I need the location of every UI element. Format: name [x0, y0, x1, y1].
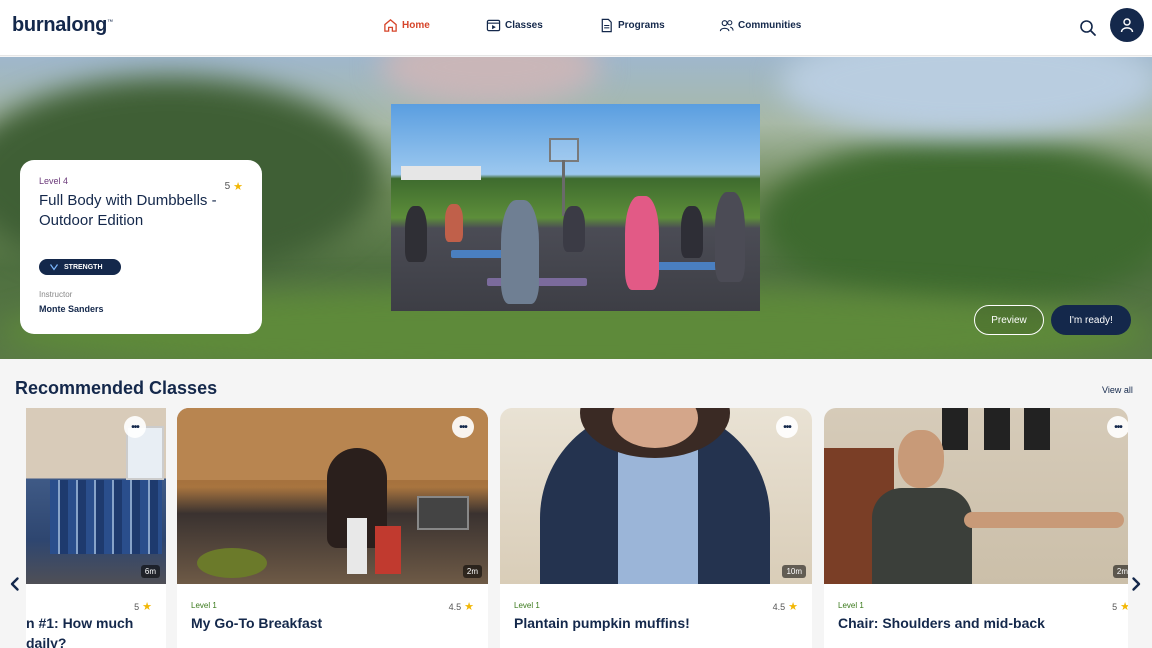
class-level: Level 1: [838, 601, 864, 610]
hero-background-blur: [780, 57, 1152, 137]
class-card[interactable]: ••• 2m Level 1 4.5 ★ My Go-To Breakfast: [177, 408, 488, 648]
nav-programs-label: Programs: [618, 20, 665, 31]
hero-background-blur: [380, 57, 600, 107]
nav-communities-label: Communities: [738, 20, 802, 31]
presenter: [872, 488, 972, 584]
dumbbell-icon: [50, 264, 58, 271]
class-title: My Go-To Breakfast: [191, 615, 323, 631]
top-header: burnalong™ Home Classes Programs Communi…: [0, 0, 1152, 56]
nav-communities[interactable]: Communities: [719, 18, 801, 33]
star-icon: ★: [142, 601, 152, 613]
presenter-shirt: [618, 448, 698, 584]
toaster-oven: [417, 496, 469, 530]
burnalong-logo[interactable]: burnalong™: [12, 14, 113, 37]
exerciser: [625, 196, 659, 290]
nav-classes[interactable]: Classes: [486, 18, 543, 33]
programs-icon: [601, 18, 612, 33]
more-options-button[interactable]: •••: [124, 416, 146, 438]
nav-classes-label: Classes: [505, 20, 543, 31]
class-thumbnail: ••• 2m: [824, 408, 1128, 584]
building-shape: [401, 166, 481, 180]
star-icon: ★: [233, 181, 243, 193]
user-icon: [1120, 18, 1134, 33]
nav-home-label: Home: [402, 20, 430, 31]
class-rating: 4.5 ★: [448, 601, 474, 613]
class-rating: 4.5 ★: [772, 601, 798, 613]
oats-box: [375, 526, 401, 574]
duration-badge: 6m: [140, 565, 160, 578]
wall-picture: [984, 408, 1010, 450]
hero-level: Level 4: [39, 176, 69, 186]
blanket-shape: [50, 480, 162, 554]
home-icon: [384, 19, 397, 32]
pineapple-shape: [197, 548, 267, 578]
class-level: Level 1: [191, 601, 217, 610]
hoop-pole: [562, 160, 565, 216]
exerciser: [445, 204, 463, 242]
class-card[interactable]: ••• 2m Level 1 5 ★ Chair: Shoulders and m…: [824, 408, 1128, 648]
more-options-button[interactable]: •••: [1107, 416, 1128, 438]
class-title: Chair: Shoulders and mid-back: [838, 615, 1045, 631]
hero-video[interactable]: [391, 104, 760, 311]
category-badge: STRENGTH: [39, 259, 121, 275]
carousel-prev-arrow-icon[interactable]: [7, 576, 23, 592]
instructor-name[interactable]: Monte Sanders: [39, 304, 104, 314]
hero-class-title: Full Body with Dumbbells - Outdoor Editi…: [39, 192, 217, 229]
recommended-section-title: Recommended Classes: [15, 378, 218, 398]
exerciser: [501, 200, 539, 304]
class-rating: 5 ★: [1112, 601, 1128, 613]
duration-badge: 10m: [782, 565, 806, 578]
star-icon: ★: [788, 601, 798, 613]
instructor-label: Instructor: [39, 290, 73, 299]
class-thumbnail: ••• 10m: [500, 408, 812, 584]
exerciser: [405, 206, 427, 262]
star-icon: ★: [1120, 601, 1128, 613]
featured-class-card[interactable]: Level 4 5 ★ Full Body with Dumbbells - Ou…: [20, 160, 262, 334]
classes-icon: [486, 19, 501, 32]
preview-button[interactable]: Preview: [974, 305, 1044, 335]
wall-picture: [942, 408, 968, 450]
class-thumbnail: ••• 6m: [26, 408, 166, 584]
hero-background-blur: [760, 137, 1152, 307]
hero-banner: Level 4 5 ★ Full Body with Dumbbells - Ou…: [0, 57, 1152, 359]
class-rating: 5 ★: [134, 601, 152, 613]
class-thumbnail: ••• 2m: [177, 408, 488, 584]
star-icon: ★: [464, 601, 474, 613]
hero-rating: 5 ★: [224, 181, 243, 193]
wall-picture: [1024, 408, 1050, 450]
duration-badge: 2m: [462, 565, 482, 578]
class-title: n #1: How much daily?: [26, 615, 134, 648]
nav-home[interactable]: Home: [383, 18, 430, 33]
more-options-button[interactable]: •••: [776, 416, 798, 438]
view-all-link[interactable]: View all: [1102, 385, 1133, 395]
exerciser: [681, 206, 703, 258]
duration-badge: 2m: [1112, 565, 1128, 578]
more-options-button[interactable]: •••: [452, 416, 474, 438]
carton-shape: [347, 518, 367, 574]
user-avatar-button[interactable]: [1110, 8, 1144, 42]
class-title: Plantain pumpkin muffins!: [514, 615, 690, 631]
presenter-face: [898, 430, 944, 488]
basketball-hoop: [549, 138, 579, 162]
search-icon[interactable]: [1078, 18, 1098, 38]
communities-icon: [719, 20, 734, 32]
class-level: Level 1: [514, 601, 540, 610]
class-card[interactable]: ••• 10m Level 1 4.5 ★ Plantain pumpkin mu…: [500, 408, 812, 648]
class-card[interactable]: ••• 6m 5 ★ n #1: How much daily?: [26, 408, 166, 648]
nav-programs[interactable]: Programs: [599, 18, 665, 33]
exerciser: [563, 206, 585, 252]
presenter-arm: [964, 512, 1124, 528]
carousel-next-arrow-icon[interactable]: [1128, 576, 1144, 592]
exerciser: [715, 192, 745, 282]
ready-button[interactable]: I'm ready!: [1051, 305, 1131, 335]
